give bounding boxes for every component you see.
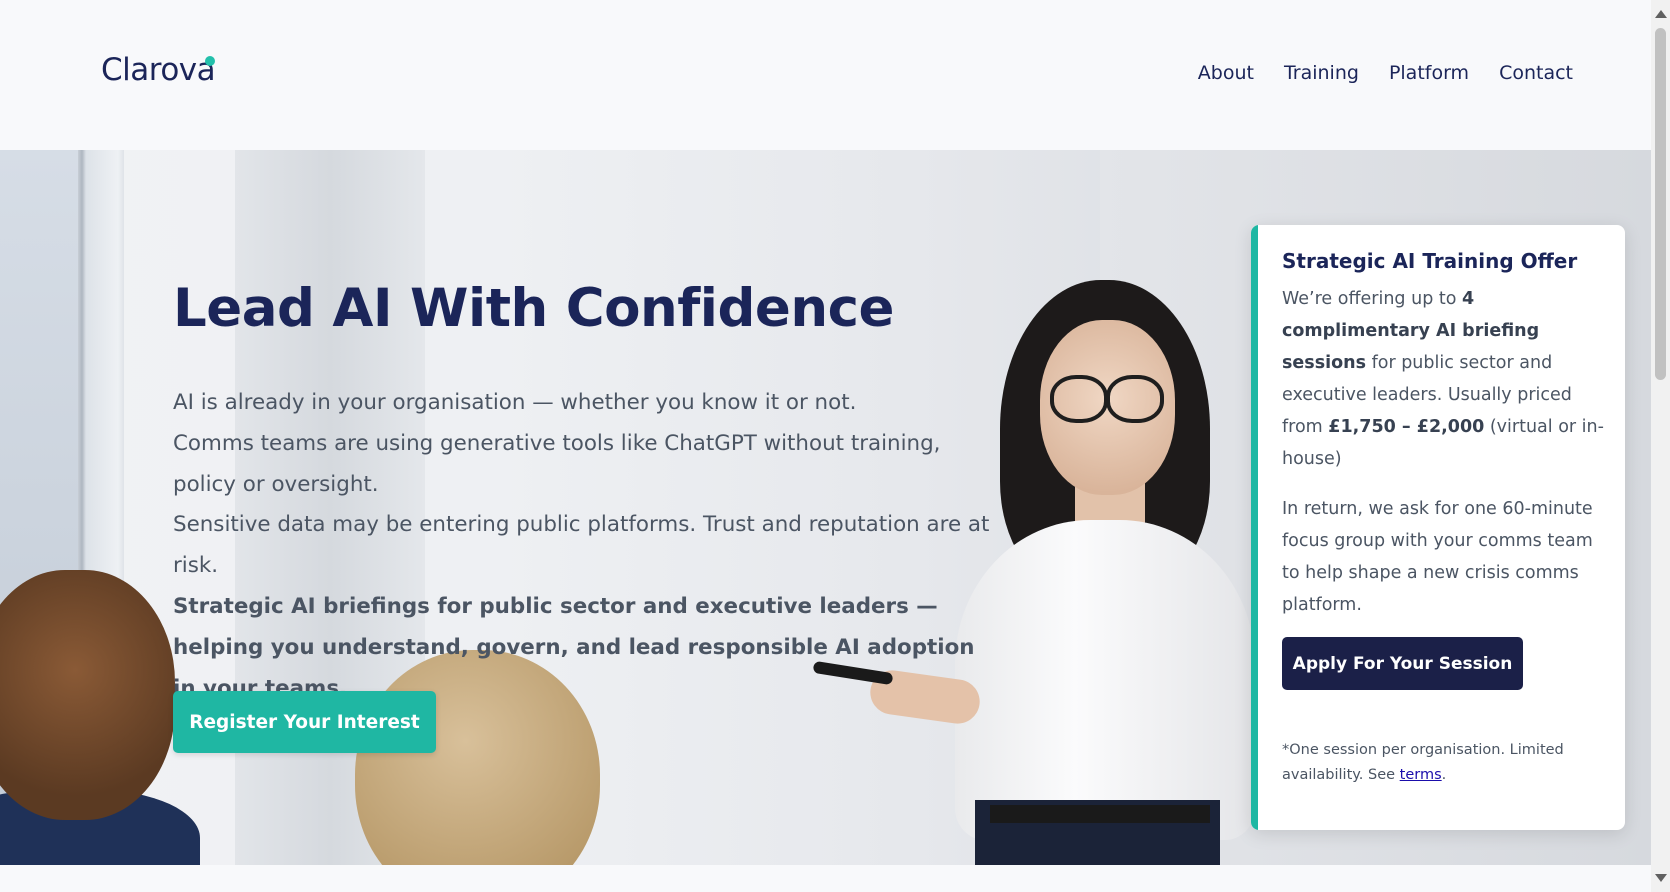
offer-return-paragraph: In return, we ask for one 60-minute focu… — [1282, 499, 1593, 615]
nav-link-contact[interactable]: Contact — [1499, 62, 1573, 84]
scroll-down-arrow-icon[interactable] — [1655, 874, 1667, 882]
offer-card-title: Strategic AI Training Offer — [1282, 249, 1578, 273]
register-interest-button[interactable]: Register Your Interest — [173, 691, 436, 753]
hero-paragraph: AI is already in your organisation — whe… — [173, 390, 857, 415]
vertical-scrollbar[interactable] — [1651, 0, 1670, 892]
offer-price-highlight: £1,750 – £2,000 — [1328, 417, 1485, 437]
footnote-end: . — [1441, 767, 1447, 783]
nav-link-platform[interactable]: Platform — [1389, 62, 1469, 84]
hero-title: Lead AI With Confidence — [173, 278, 894, 339]
presenter-glasses-right — [1106, 375, 1164, 423]
nav-link-training[interactable]: Training — [1284, 62, 1359, 84]
page-viewport: Clarova About Training Platform Contact … — [0, 0, 1651, 892]
offer-text: We’re offering up to — [1282, 289, 1462, 309]
scrollbar-thumb[interactable] — [1655, 28, 1666, 380]
below-hero-strip — [0, 865, 1651, 892]
offer-card-accent — [1251, 225, 1258, 830]
audience-person-head — [0, 570, 175, 820]
offer-card-body: We’re offering up to 4 complimentary AI … — [1282, 283, 1604, 621]
offer-card: Strategic AI Training Offer We’re offeri… — [1251, 225, 1625, 830]
presenter-belt — [990, 805, 1210, 823]
hero-section: Lead AI With Confidence AI is already in… — [0, 150, 1651, 865]
offer-paragraph: We’re offering up to 4 complimentary AI … — [1282, 283, 1604, 475]
site-header: Clarova About Training Platform Contact — [0, 0, 1651, 150]
hero-copy: AI is already in your organisation — whe… — [173, 383, 1003, 709]
logo-dot-icon — [205, 56, 215, 66]
presenter-glasses-left — [1050, 375, 1108, 423]
nav-link-about[interactable]: About — [1198, 62, 1254, 84]
apply-session-button[interactable]: Apply For Your Session — [1282, 637, 1523, 690]
main-nav: About Training Platform Contact — [1198, 62, 1573, 84]
offer-footnote: *One session per organisation. Limited a… — [1282, 738, 1582, 788]
scroll-up-arrow-icon[interactable] — [1655, 10, 1667, 18]
hero-paragraph: Comms teams are using generative tools l… — [173, 430, 941, 497]
hero-paragraph: Sensitive data may be entering public pl… — [173, 512, 990, 579]
terms-link[interactable]: terms — [1400, 767, 1442, 783]
logo[interactable]: Clarova — [101, 52, 216, 88]
